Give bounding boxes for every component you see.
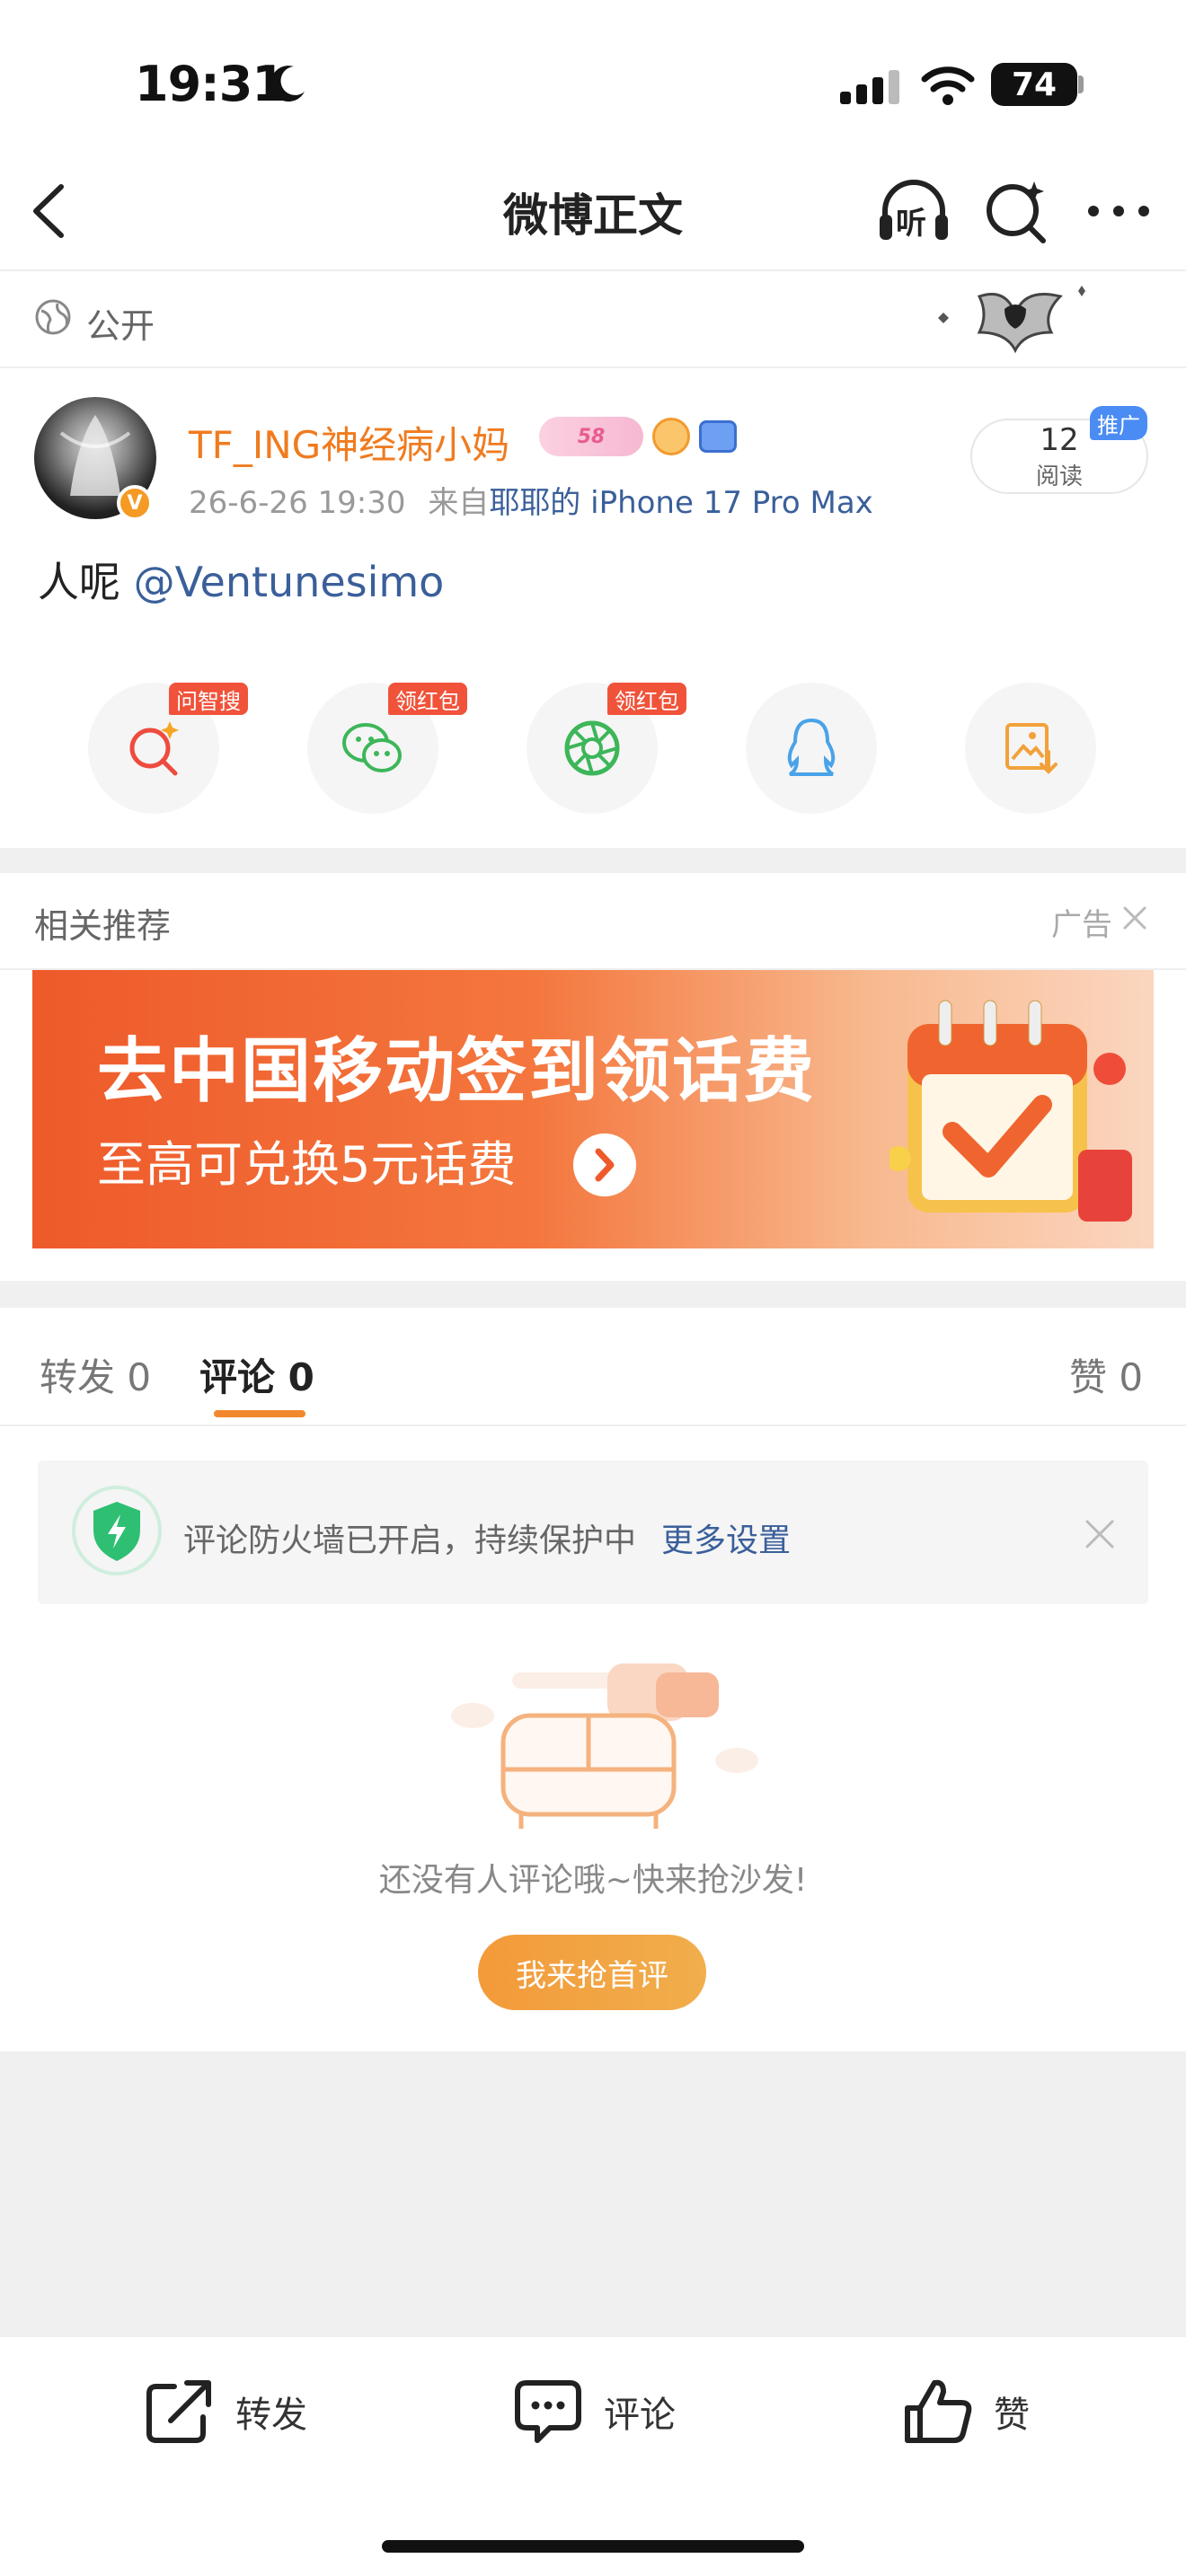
like-label: 赞 [994, 2395, 1030, 2436]
firewall-text: 评论防火墙已开启，持续保护中 [183, 1522, 637, 1559]
visibility-divider [0, 366, 1186, 368]
decoration-sticker-icon [938, 286, 1085, 354]
save-image-button[interactable] [965, 683, 1096, 814]
author-badges: 58 [539, 415, 737, 458]
bottom-gap [0, 2051, 1186, 2337]
visibility-label: 公开 [86, 306, 155, 346]
smart-search-tag: 问智搜 [169, 683, 248, 715]
post-body: 人呢 [38, 558, 134, 606]
empty-sofa-icon [451, 1663, 758, 1829]
read-label: 阅读 [1035, 463, 1083, 490]
thumbs-up-icon [905, 2379, 972, 2443]
wechat-redpacket-tag: 领红包 [388, 683, 467, 715]
first-comment-button[interactable]: 我来抢首评 [478, 1935, 706, 2010]
listen-button[interactable]: 听 [876, 175, 951, 247]
qq-penguin-icon [787, 718, 836, 776]
more-settings-link[interactable]: 更多设置 [661, 1514, 791, 1561]
globe-icon [35, 299, 71, 335]
ad-label: 广告 [1051, 907, 1112, 943]
comment-button[interactable]: 评论 [512, 2371, 676, 2452]
shield-icon [72, 1486, 162, 1575]
ad-headline: 去中国移动签到领话费 [97, 1031, 817, 1112]
source-prefix: 来自 [428, 485, 490, 521]
battery-cap [1078, 75, 1084, 93]
ad-arrow-icon[interactable] [573, 1134, 636, 1196]
like-button[interactable]: 赞 [902, 2371, 1030, 2452]
tab-like[interactable]: 赞 0 [1069, 1347, 1143, 1402]
status-time: 19:31 [135, 56, 286, 112]
wifi-icon [921, 66, 975, 105]
comment-bubble-icon [515, 2380, 581, 2443]
tabs-divider [0, 1425, 1186, 1426]
mention-link[interactable]: @Ventunesimo [134, 558, 445, 606]
moon-icon [270, 66, 305, 102]
tab-comment[interactable]: 评论 0 [199, 1347, 314, 1402]
post-source[interactable]: 耶耶的 iPhone 17 Pro Max [489, 485, 873, 521]
qq-share-button[interactable] [746, 683, 877, 814]
vip-level-badge: 58 [539, 417, 643, 456]
verified-badge-icon: V [117, 485, 153, 521]
signal-icon [840, 70, 899, 104]
calendar-check-icon [890, 1000, 1132, 1222]
promote-tag[interactable]: 推广 [1090, 406, 1147, 440]
post-meta: 26-6-26 19:30 来自耶耶的 iPhone 17 Pro Max [189, 478, 873, 522]
post-time: 26-6-26 19:30 [189, 485, 406, 521]
battery-indicator: 74 [991, 63, 1077, 106]
ad-subline: 至高可兑换5元话费 [97, 1136, 517, 1193]
home-indicator[interactable] [382, 2540, 804, 2553]
close-notice-icon[interactable] [1084, 1518, 1116, 1550]
moments-icon [564, 720, 620, 776]
tv-badge-icon [699, 420, 737, 453]
search-icon[interactable] [982, 178, 1050, 246]
fish-badge-icon [652, 418, 690, 455]
author-name[interactable]: TF_ING神经病小妈 [189, 415, 509, 470]
related-title: 相关推荐 [34, 906, 172, 946]
close-ad-icon[interactable] [1121, 904, 1148, 931]
empty-comments-text: 还没有人评论哦~快来抢沙发! [378, 1862, 808, 1899]
section-gap-2 [0, 1281, 1186, 1308]
post-text: 人呢 @Ventunesimo [38, 550, 444, 609]
repost-label: 转发 [235, 2395, 307, 2436]
moments-redpacket-tag: 领红包 [607, 683, 686, 715]
wechat-icon [342, 723, 402, 772]
active-tab-indicator [214, 1410, 305, 1417]
listen-label: 听 [896, 206, 926, 242]
image-download-icon [1005, 723, 1058, 774]
smart-search-icon [129, 721, 179, 776]
repost-button[interactable]: 转发 [144, 2371, 307, 2452]
share-arrow-icon [146, 2380, 211, 2443]
tab-repost[interactable]: 转发 0 [40, 1347, 151, 1402]
section-gap [0, 848, 1186, 873]
more-icon[interactable] [1083, 193, 1155, 229]
comment-label: 评论 [604, 2395, 676, 2436]
